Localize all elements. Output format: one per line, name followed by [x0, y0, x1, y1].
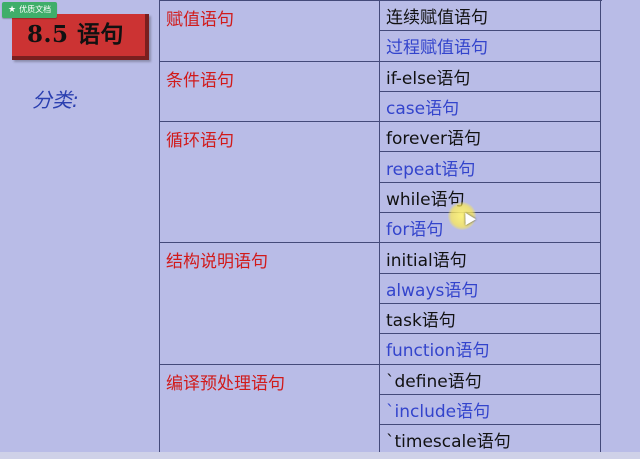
- item-cell: always语句: [379, 272, 601, 304]
- item-cell: repeat语句: [379, 151, 601, 183]
- category-label: 分类:: [32, 88, 79, 112]
- table-row: 条件语句 if-else语句: [159, 60, 601, 123]
- item-cell: if-else语句: [379, 60, 601, 92]
- badge-label: 优质文档: [19, 5, 52, 14]
- bottom-bar: [0, 452, 640, 459]
- item-cell: function语句: [379, 333, 601, 365]
- table-row: 循环语句 forever语句: [159, 121, 601, 244]
- item-cell: 连续赋值语句: [379, 0, 601, 32]
- item-cell: case语句: [379, 90, 601, 123]
- table-row: 赋值语句 连续赋值语句: [159, 0, 601, 62]
- slide: ★ 优质文档 8.5 语句 分类: 赋值语句 连续赋值语句 过程赋值语句 条件语句…: [0, 0, 640, 459]
- left-panel: 8.5 语句 分类:: [0, 0, 160, 459]
- slide-title: 8.5 语句: [27, 21, 125, 48]
- category-cell: 结构说明语句: [159, 242, 380, 365]
- star-icon: ★: [8, 5, 17, 15]
- statement-table-body: 赋值语句 连续赋值语句 过程赋值语句 条件语句 if-else语句 case语句…: [159, 0, 601, 456]
- table-row: 结构说明语句 initial语句: [159, 242, 601, 365]
- category-cell: 编译预处理语句: [159, 363, 380, 456]
- item-cell: initial语句: [379, 242, 601, 274]
- title-box: 8.5 语句: [12, 14, 149, 60]
- item-cell: while语句: [379, 181, 601, 214]
- table-row: 编译预处理语句 `define语句: [159, 363, 601, 456]
- item-cell: `timescale语句: [379, 424, 601, 456]
- item-cell: 过程赋值语句: [379, 30, 601, 62]
- item-cell: `define语句: [379, 363, 601, 395]
- category-cell: 条件语句: [159, 60, 380, 123]
- quality-doc-badge[interactable]: ★ 优质文档: [2, 2, 58, 18]
- category-cell: 赋值语句: [159, 0, 380, 62]
- item-cell: for语句: [379, 212, 601, 244]
- item-cell: `include语句: [379, 393, 601, 426]
- item-cell: forever语句: [379, 121, 601, 153]
- category-cell: 循环语句: [159, 121, 380, 244]
- item-cell: task语句: [379, 302, 601, 335]
- statement-table: 赋值语句 连续赋值语句 过程赋值语句 条件语句 if-else语句 case语句…: [159, 0, 601, 456]
